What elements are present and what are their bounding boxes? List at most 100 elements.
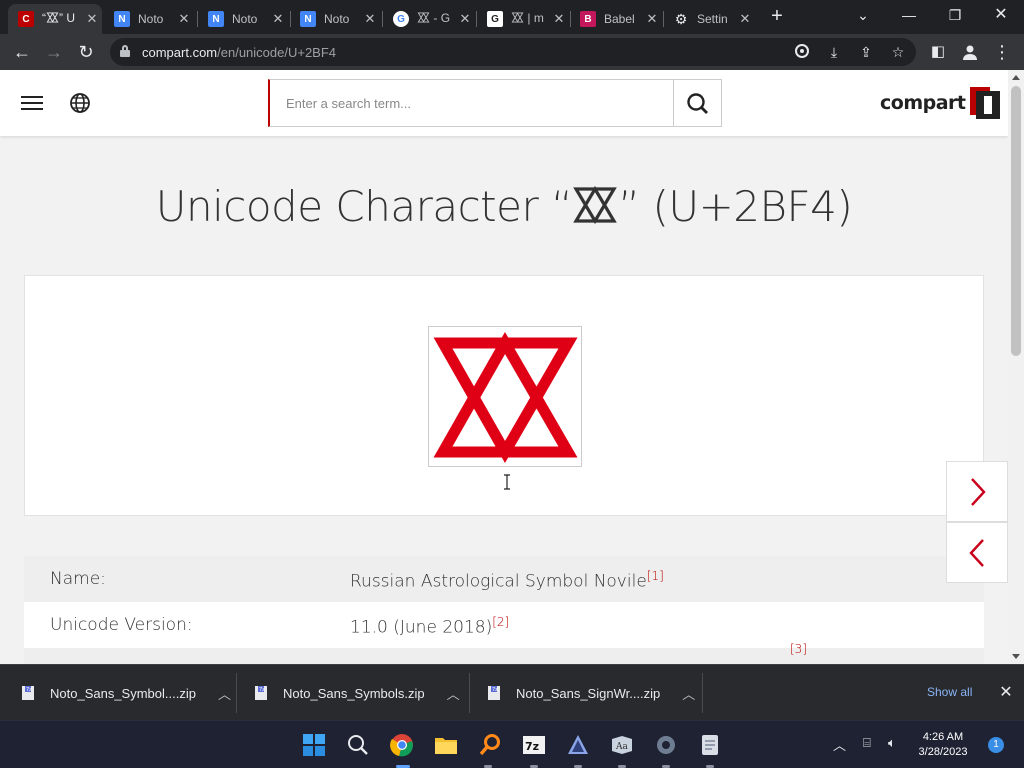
profile-avatar-icon[interactable] <box>958 40 982 64</box>
tray-overflow-chevron-icon[interactable]: ︿ <box>833 735 846 754</box>
close-icon[interactable]: ✕ <box>82 11 102 27</box>
clock-time: 4:26 AM <box>922 731 964 743</box>
url-text: compart.com/en/unicode/U+2BF4 <box>142 45 336 60</box>
close-icon[interactable]: ✕ <box>174 11 194 27</box>
show-all-downloads-link[interactable]: Show all <box>927 685 972 699</box>
reload-button[interactable]: ↻ <box>74 40 98 64</box>
new-tab-button[interactable]: + <box>766 6 788 28</box>
close-icon[interactable]: ✕ <box>360 11 380 27</box>
table-row: Name: Russian Astrological Symbol Novile… <box>24 556 984 602</box>
font-viewer-icon[interactable]: Aa <box>610 733 634 757</box>
close-icon[interactable]: ✕ <box>549 11 569 27</box>
babel-favicon-icon: B <box>580 11 596 27</box>
globe-language-icon[interactable] <box>69 92 91 114</box>
side-panel-icon[interactable]: ◧ <box>926 40 950 64</box>
page-title: Unicode Character “ ” (U+2BF4) <box>0 182 1008 231</box>
search-button[interactable] <box>674 79 722 127</box>
footnote-link[interactable]: [1] <box>647 569 664 583</box>
hamburger-menu-icon[interactable] <box>21 96 43 112</box>
tab-unicode-character[interactable]: C “⯴” U ✕ <box>8 4 102 34</box>
settings-gear-icon[interactable] <box>654 733 678 757</box>
google-fonts-favicon-icon: N <box>208 11 224 27</box>
shelf-separator <box>702 673 703 713</box>
text-cursor-icon <box>503 474 511 490</box>
lock-icon[interactable] <box>120 45 130 57</box>
page-scrollbar[interactable] <box>1008 70 1024 664</box>
scroll-down-arrow-icon[interactable] <box>1012 654 1020 659</box>
scroll-up-arrow-icon[interactable] <box>1012 75 1020 80</box>
next-character-button[interactable] <box>946 461 1008 522</box>
system-clock[interactable]: 4:26 AM 3/28/2023 <box>912 730 974 760</box>
property-value: Russian Astrological Symbol Novile[1] <box>350 569 664 592</box>
tab-g-site[interactable]: G ⯴ | m ✕ <box>477 4 569 34</box>
footnote-link[interactable]: [3] <box>790 642 807 656</box>
gear-icon: ⚙ <box>674 10 688 27</box>
novile-glyph-large-icon <box>433 331 578 464</box>
restore-button[interactable]: ❐ <box>940 4 970 28</box>
footnote-link[interactable]: [2] <box>492 615 509 629</box>
forward-button[interactable]: → <box>42 40 66 64</box>
notepad-icon[interactable] <box>698 733 722 757</box>
tab-google-search[interactable]: G ⯴ - G ✕ <box>383 4 475 34</box>
network-icon[interactable]: ⌸ <box>863 735 871 751</box>
tab-title: ⯴ | m <box>511 10 544 25</box>
volume-icon[interactable]: 🔈︎ <box>888 735 896 751</box>
tab-noto-2[interactable]: N Noto ✕ <box>198 4 288 34</box>
tab-noto-3[interactable]: N Noto ✕ <box>290 4 380 34</box>
tab-babel[interactable]: B Babel ✕ <box>570 4 662 34</box>
share-icon[interactable]: ⇪ <box>856 43 876 61</box>
browser-toolbar: ← → ↻ compart.com/en/unicode/U+2BF4 ⤓ ⇪ … <box>0 34 1024 70</box>
shelf-separator <box>469 673 470 713</box>
search-input[interactable] <box>270 80 673 126</box>
google-fonts-favicon-icon: N <box>114 11 130 27</box>
back-button[interactable]: ← <box>10 40 34 64</box>
install-app-icon[interactable]: ⤓ <box>824 43 844 61</box>
file-explorer-icon[interactable] <box>434 733 458 757</box>
bookmark-star-icon[interactable]: ☆ <box>888 43 908 61</box>
chrome-icon[interactable] <box>390 733 414 757</box>
property-key: Unicode Version: <box>50 615 193 635</box>
close-icon[interactable]: ✕ <box>268 11 288 27</box>
download-filename: Noto_Sans_Symbols.zip <box>283 685 425 701</box>
vector-app-icon[interactable] <box>566 733 590 757</box>
property-key: Name: <box>50 569 106 589</box>
close-icon[interactable]: ✕ <box>642 11 662 27</box>
download-item[interactable]: 7z Noto_Sans_Symbol....zip ︿ <box>20 665 231 721</box>
search-icon <box>687 93 708 114</box>
clock-date: 3/28/2023 <box>918 746 968 758</box>
chevron-up-icon[interactable]: ︿ <box>218 684 231 703</box>
window-close-button[interactable]: ✕ <box>986 4 1016 28</box>
google-fonts-favicon-icon: N <box>300 11 316 27</box>
svg-text:7z: 7z <box>492 687 498 693</box>
zip-file-icon: 7z <box>20 685 36 701</box>
previous-character-button[interactable] <box>946 522 1008 583</box>
scrollbar-thumb[interactable] <box>1011 86 1021 356</box>
chevron-up-icon[interactable]: ︿ <box>682 684 695 703</box>
address-bar[interactable]: compart.com/en/unicode/U+2BF4 ⤓ ⇪ ☆ <box>110 38 916 66</box>
windows-start-icon[interactable] <box>302 733 326 757</box>
compart-logo[interactable]: compart <box>880 87 1000 119</box>
windows-taskbar: 7z Aa ︿ ⌸ 🔈︎ 4:26 AM 3/28/2023 1 <box>0 720 1024 768</box>
minimize-button[interactable]: — <box>894 4 924 28</box>
close-icon[interactable]: ✕ <box>455 11 475 27</box>
notification-badge[interactable]: 1 <box>988 737 1004 753</box>
download-item[interactable]: 7z Noto_Sans_Symbols.zip ︿ <box>253 665 460 721</box>
7zip-icon[interactable]: 7z <box>522 733 546 757</box>
google-lens-icon[interactable] <box>792 43 812 61</box>
tab-title: Noto <box>324 12 350 26</box>
tab-noto-1[interactable]: N Noto ✕ <box>104 4 194 34</box>
tab-search-chevron-icon[interactable]: ⌄ <box>848 4 878 28</box>
more-menu-icon[interactable]: ⋮ <box>990 40 1014 64</box>
svg-text:Aa: Aa <box>615 742 628 752</box>
tab-title: Noto <box>138 12 164 26</box>
search-tool-icon[interactable] <box>478 733 502 757</box>
compart-favicon-icon: C <box>18 11 34 27</box>
chevron-up-icon[interactable]: ︿ <box>447 684 460 703</box>
download-filename: Noto_Sans_SignWr....zip <box>516 685 661 701</box>
tab-title: “⯴” U <box>42 10 76 25</box>
tab-settings[interactable]: ⚙ Settin ✕ <box>663 4 755 34</box>
search-icon[interactable] <box>346 733 370 757</box>
close-shelf-icon[interactable]: ✕ <box>996 683 1016 703</box>
close-icon[interactable]: ✕ <box>735 11 755 27</box>
download-item[interactable]: 7z Noto_Sans_SignWr....zip ︿ <box>486 665 695 721</box>
